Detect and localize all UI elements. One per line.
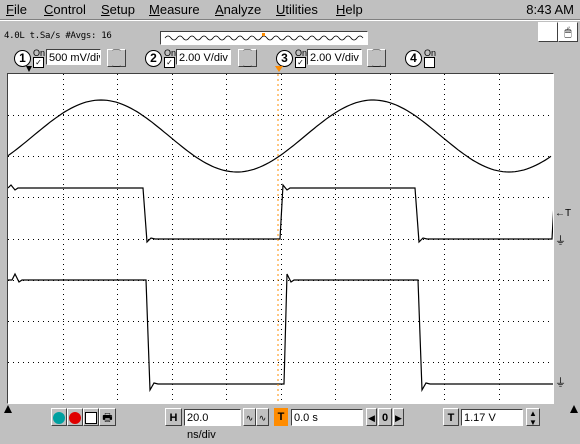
left-marker-icon <box>26 66 32 72</box>
channel-2-number[interactable]: 2 <box>145 50 162 67</box>
horizontal-button[interactable]: H <box>165 408 182 426</box>
memory-bar-trigger-marker <box>262 33 265 36</box>
stop-button[interactable] <box>67 408 83 426</box>
menu-divider-light <box>0 20 580 21</box>
channel-1-scale-field[interactable]: 500 mV/div <box>46 49 101 65</box>
channel-1-scale-spinner[interactable]: ⁀ ‿ <box>107 49 126 67</box>
clear-display-button[interactable] <box>538 22 558 42</box>
menu-file[interactable]: File <box>6 2 27 17</box>
bottom-right-marker-icon <box>570 405 578 413</box>
mouse-icon[interactable]: 🖱 <box>558 22 578 42</box>
menu-analyze[interactable]: Analyze <box>215 2 261 17</box>
print-button[interactable]: 🖶 <box>99 408 116 426</box>
menu-control[interactable]: Control <box>44 2 86 17</box>
trigger-level-field[interactable]: 1.17 V <box>461 409 523 426</box>
channel-4-control: 4 On <box>405 48 445 68</box>
delay-field[interactable]: 0.0 s <box>291 409 363 426</box>
single-icon <box>85 412 97 424</box>
clock: 8:43 AM <box>526 2 574 17</box>
acquisition-memory-bar <box>160 31 368 45</box>
channel-4-number[interactable]: 4 <box>405 50 422 67</box>
printer-icon: 🖶 <box>102 412 113 424</box>
stop-icon <box>69 412 81 424</box>
delay-button[interactable]: T <box>274 408 288 426</box>
bottom-left-marker-icon <box>4 405 12 413</box>
channel-3-number[interactable]: 3 <box>276 50 293 67</box>
run-icon <box>53 412 65 424</box>
timebase-field[interactable]: 20.0 ns/div <box>184 409 241 441</box>
channel-3-ground-icon: ⏚ <box>555 377 566 389</box>
timebase-decrease-button[interactable]: ∿ <box>243 408 256 426</box>
channel-3-control: 3 On ✓ 2.00 V/div ⁀ ‿ <box>276 48 406 68</box>
channel-2-scale-field[interactable]: 2.00 V/div <box>176 49 231 65</box>
menu-utilities[interactable]: Utilities <box>276 2 318 17</box>
memory-bar-waveform <box>164 35 364 41</box>
bottom-toolbar: 🖶 H 20.0 ns/div ∿ ∿ T 0.0 s ◀ 0 ▶ T 1.17… <box>0 405 580 441</box>
channel-1-number[interactable]: 1 <box>14 50 31 67</box>
delay-right-button[interactable]: ▶ <box>393 408 404 426</box>
trigger-level-spinner[interactable]: ▲ ▼ <box>526 408 540 427</box>
channel-1-control: 1 On ✓ 500 mV/div ⁀ ‿ <box>14 48 144 68</box>
waveform-display[interactable] <box>7 73 554 404</box>
channel-1-trace <box>8 99 552 173</box>
channel-3-scale-spinner[interactable]: ⁀ ‿ <box>367 49 386 67</box>
graticule <box>8 74 553 403</box>
single-button[interactable] <box>83 408 99 426</box>
delay-left-button[interactable]: ◀ <box>366 408 377 426</box>
menu-help[interactable]: Help <box>336 2 363 17</box>
menu-setup[interactable]: Setup <box>101 2 135 17</box>
channel-2-ground-icon: ⏚ <box>555 235 566 247</box>
delay-zero-button[interactable]: 0 <box>378 408 392 426</box>
acquisition-status: 4.0L t.Sa/s #Avgs: 16 <box>4 31 112 41</box>
channel-3-trace <box>8 272 553 393</box>
channel-2-scale-spinner[interactable]: ⁀ ‿ <box>238 49 257 67</box>
trigger-level-marker: ←T <box>555 208 572 219</box>
channel-2-trace <box>8 183 553 244</box>
menu-bar: File Control Setup Measure Analyze Utili… <box>0 0 580 19</box>
channel-2-control: 2 On ✓ 2.00 V/div ⁀ ‿ <box>145 48 275 68</box>
run-button[interactable] <box>51 408 67 426</box>
menu-measure[interactable]: Measure <box>149 2 200 17</box>
trigger-position-icon[interactable] <box>275 66 283 72</box>
trigger-button[interactable]: T <box>443 408 459 426</box>
timebase-increase-button[interactable]: ∿ <box>256 408 269 426</box>
channel-3-scale-field[interactable]: 2.00 V/div <box>307 49 362 65</box>
